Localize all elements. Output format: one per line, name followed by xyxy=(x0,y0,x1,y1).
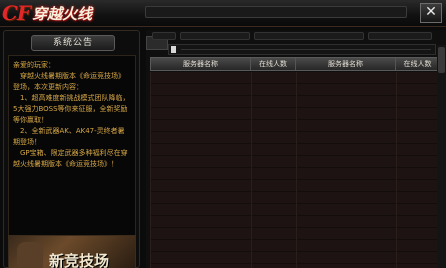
column-header-online-count[interactable]: 在线人数 xyxy=(251,58,296,70)
column-divider xyxy=(396,72,397,268)
promo-figure xyxy=(17,242,43,268)
logo-cf-mark: CF xyxy=(2,1,31,25)
logo-title: 穿越火线 xyxy=(32,4,93,23)
column-header-server-name[interactable]: 服务器名称 xyxy=(296,58,396,70)
toolbar-segment[interactable] xyxy=(368,32,432,40)
notice-tab[interactable]: 系统公告 xyxy=(31,35,115,51)
table-body[interactable] xyxy=(150,72,440,268)
slider-handle[interactable] xyxy=(171,46,176,53)
notice-content: 亲爱的玩家： 穿越火线暑期版本《命运竞技场》登场，本次更新内容： 1、超高难度新… xyxy=(8,55,136,253)
scrollbar[interactable] xyxy=(437,45,446,268)
notice-panel: 系统公告 亲爱的玩家： 穿越火线暑期版本《命运竞技场》登场，本次更新内容： 1、… xyxy=(3,30,140,268)
title-drag-strip[interactable] xyxy=(145,6,407,18)
column-divider xyxy=(296,72,297,268)
notice-line: 穿越火线暑期版本《命运竞技场》登场，本次更新内容： xyxy=(13,72,125,91)
server-table: 服务器名称 在线人数 服务器名称 在线人数 xyxy=(150,57,440,268)
column-divider xyxy=(251,72,252,268)
close-button[interactable]: ✕ xyxy=(420,3,442,23)
close-icon: ✕ xyxy=(425,4,437,20)
column-header-online-count[interactable]: 在线人数 xyxy=(396,58,439,70)
column-header-server-name[interactable]: 服务器名称 xyxy=(151,58,251,70)
server-panel: 服务器名称 在线人数 服务器名称 在线人数 xyxy=(146,30,446,268)
app-logo: CF 穿越火线 xyxy=(2,1,92,25)
promo-title: 新竞技场 xyxy=(49,252,110,268)
notice-line: 1、超高难度新挑战模式团队降临，5大强力BOSS等你来征服，全新奖励等你赢取！ xyxy=(13,94,130,124)
toolbar-segment[interactable] xyxy=(152,32,176,40)
toolbar-segment[interactable] xyxy=(254,32,364,40)
promo-banner[interactable]: 新竞技场 xyxy=(8,235,136,268)
toolbar-segment[interactable] xyxy=(180,32,250,40)
title-bar: CF 穿越火线 ✕ xyxy=(0,0,446,27)
slider-track xyxy=(181,49,431,50)
table-header: 服务器名称 在线人数 服务器名称 在线人数 xyxy=(150,57,440,71)
notice-line: GP宝箱、限定武器多种福利尽在穿越火线暑期版本《命运竞技场》！ xyxy=(13,149,128,168)
server-filter-slider[interactable] xyxy=(168,44,436,55)
scrollbar-thumb[interactable] xyxy=(438,47,445,73)
server-toolbar xyxy=(152,32,436,42)
notice-line: 2、全新武器AK、AK47-灵终者暑期登场！ xyxy=(13,127,125,146)
notice-line: 亲爱的玩家： xyxy=(13,61,55,69)
